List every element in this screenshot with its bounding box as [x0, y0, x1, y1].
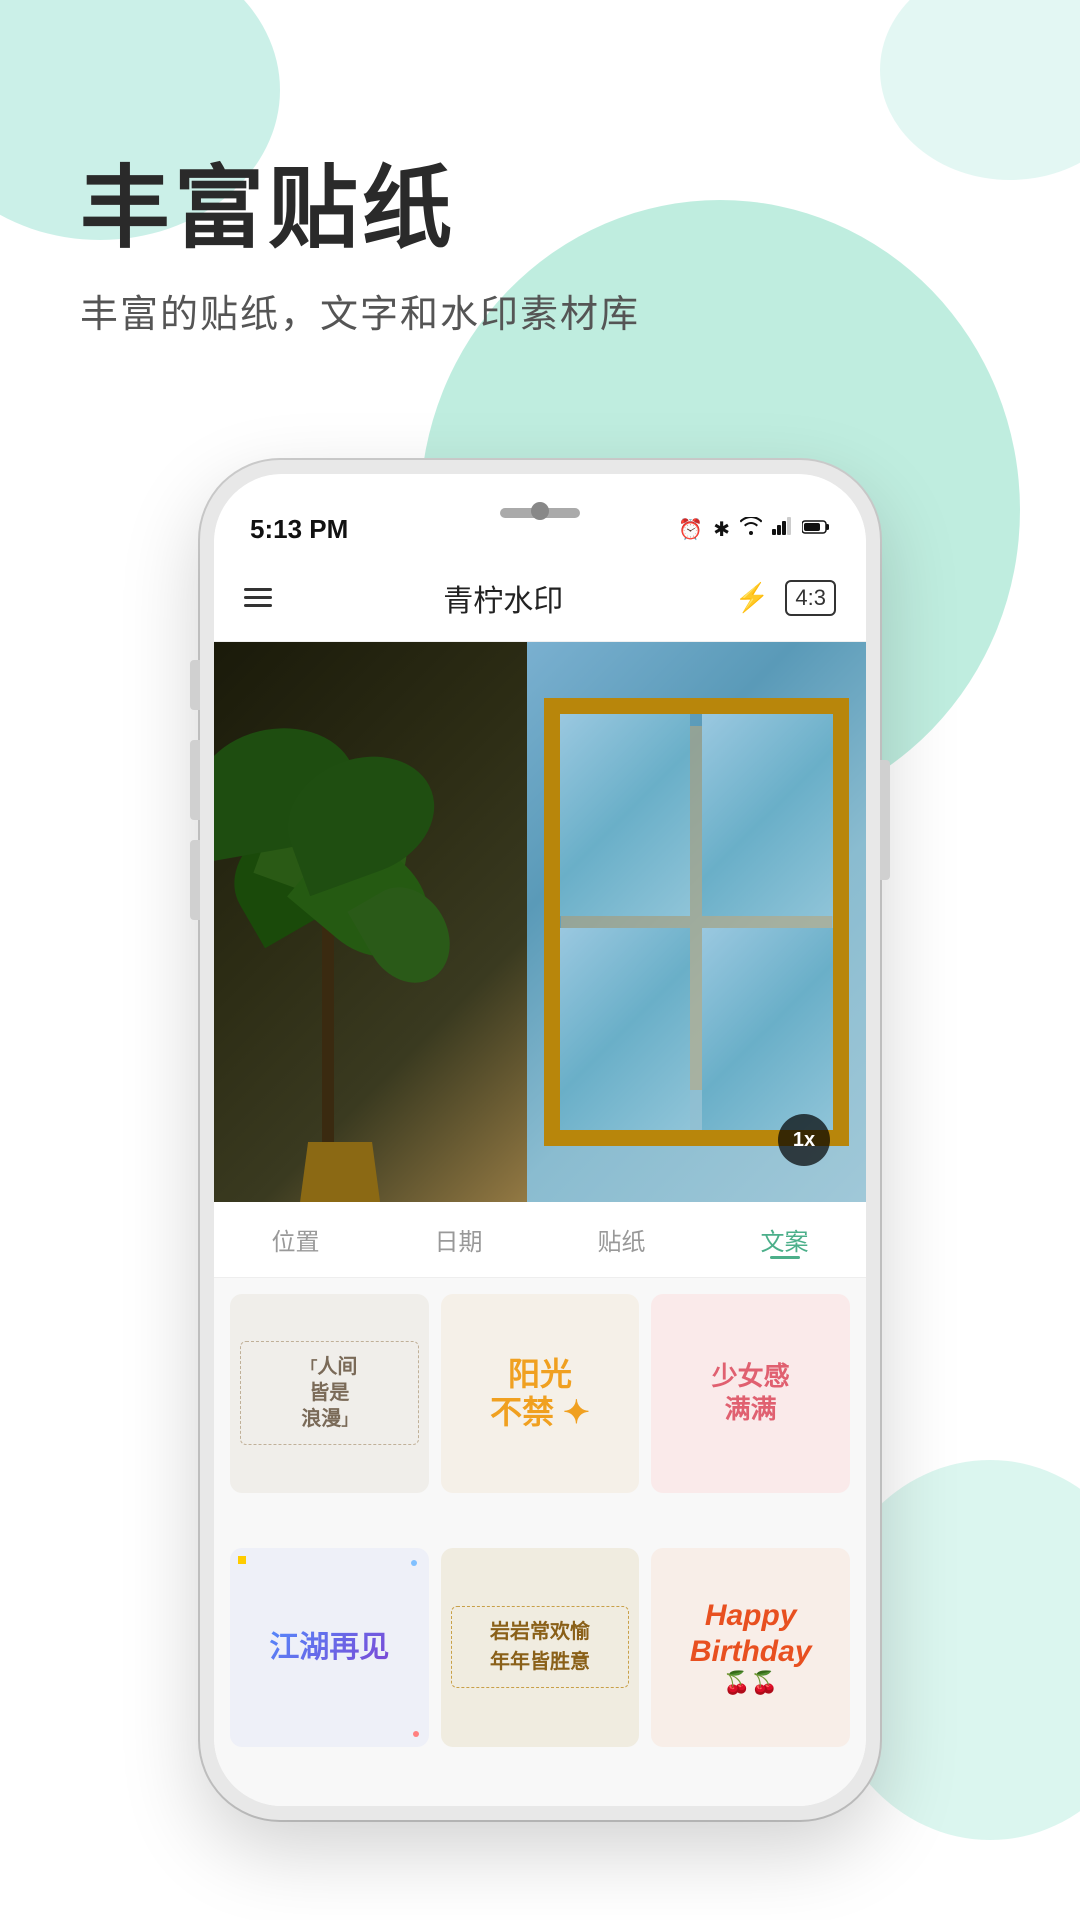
window-pane-3 [560, 928, 691, 1130]
main-title: 丰富贴纸 [80, 160, 640, 259]
battery-icon [802, 518, 830, 541]
sticker-item-5[interactable]: 岩岩常欢愉年年皆胜意 [441, 1548, 640, 1747]
tab-sticker[interactable]: 贴纸 [540, 1222, 703, 1257]
header-right-controls: ⚡ 4:3 [735, 580, 836, 616]
bg-blob-top-right [880, 0, 1080, 180]
phone-outer-shell: 5:13 PM ⏰ ✱ [200, 460, 880, 1820]
app-title: 青柠水印 [443, 576, 563, 620]
phone-button-mute [190, 660, 200, 710]
photo-content: 1x [214, 642, 866, 1202]
phone-button-volume-down [190, 840, 200, 920]
sticker-text-3: 少女感满满 [702, 1350, 800, 1438]
sticker-grid: 「人间皆是浪漫」 阳光不禁 ✦ 少女感满满 [214, 1278, 866, 1806]
ratio-badge[interactable]: 4:3 [785, 580, 836, 616]
header-section: 丰富贴纸 丰富的贴纸，文字和水印素材库 [80, 160, 640, 338]
window-pane-1 [560, 714, 691, 916]
sticker-text-5: 岩岩常欢愉年年皆胜意 [451, 1606, 630, 1688]
bluetooth-icon: ✱ [713, 517, 730, 542]
alarm-icon: ⏰ [678, 517, 703, 542]
status-icons: ⏰ ✱ [678, 517, 830, 542]
menu-line-1 [244, 588, 272, 591]
window-pane-2 [702, 714, 833, 916]
zoom-badge[interactable]: 1x [778, 1114, 830, 1166]
phone-front-camera [531, 502, 549, 520]
sticker-item-2[interactable]: 阳光不禁 ✦ [441, 1294, 640, 1493]
app-header-bar: 青柠水印 ⚡ 4:3 [214, 554, 866, 642]
menu-line-2 [244, 596, 272, 599]
status-time: 5:13 PM [250, 514, 348, 545]
plant-decoration [214, 698, 573, 1202]
menu-line-3 [244, 604, 272, 607]
tab-location[interactable]: 位置 [214, 1222, 377, 1257]
tab-date[interactable]: 日期 [377, 1222, 540, 1257]
phone-button-power [880, 760, 890, 880]
tab-bar: 位置 日期 贴纸 文案 [214, 1202, 866, 1278]
phone-mockup: 5:13 PM ⏰ ✱ [200, 460, 880, 1820]
sticker-item-1[interactable]: 「人间皆是浪漫」 [230, 1294, 429, 1493]
sticker-text-2: 阳光不禁 ✦ [480, 1345, 600, 1442]
zoom-level: 1x [793, 1129, 815, 1152]
sticker-item-6[interactable]: Happy Birthday 🍒🍒 [651, 1548, 850, 1747]
tab-copy[interactable]: 文案 [703, 1222, 866, 1257]
subtitle: 丰富的贴纸，文字和水印素材库 [80, 283, 640, 338]
wifi-icon [740, 517, 762, 541]
phone-inner-shell: 5:13 PM ⏰ ✱ [214, 474, 866, 1806]
sticker-text-1: 「人间皆是浪漫」 [240, 1341, 419, 1445]
phone-screen: 5:13 PM ⏰ ✱ [214, 474, 866, 1806]
menu-button[interactable] [244, 588, 272, 607]
photo-preview: 1x [214, 642, 866, 1202]
sticker-item-4[interactable]: 江湖再见 [230, 1548, 429, 1747]
flash-icon[interactable]: ⚡ [735, 581, 770, 614]
sticker-text-4: 江湖再见 [259, 1618, 399, 1677]
window-frame [544, 698, 849, 1146]
plant-pot [300, 1142, 380, 1202]
phone-button-volume-up [190, 740, 200, 820]
window-pane-4 [702, 928, 833, 1130]
sticker-text-6: Happy Birthday 🍒🍒 [682, 1590, 820, 1704]
signal-icon [772, 517, 792, 541]
sticker-item-3[interactable]: 少女感满满 [651, 1294, 850, 1493]
